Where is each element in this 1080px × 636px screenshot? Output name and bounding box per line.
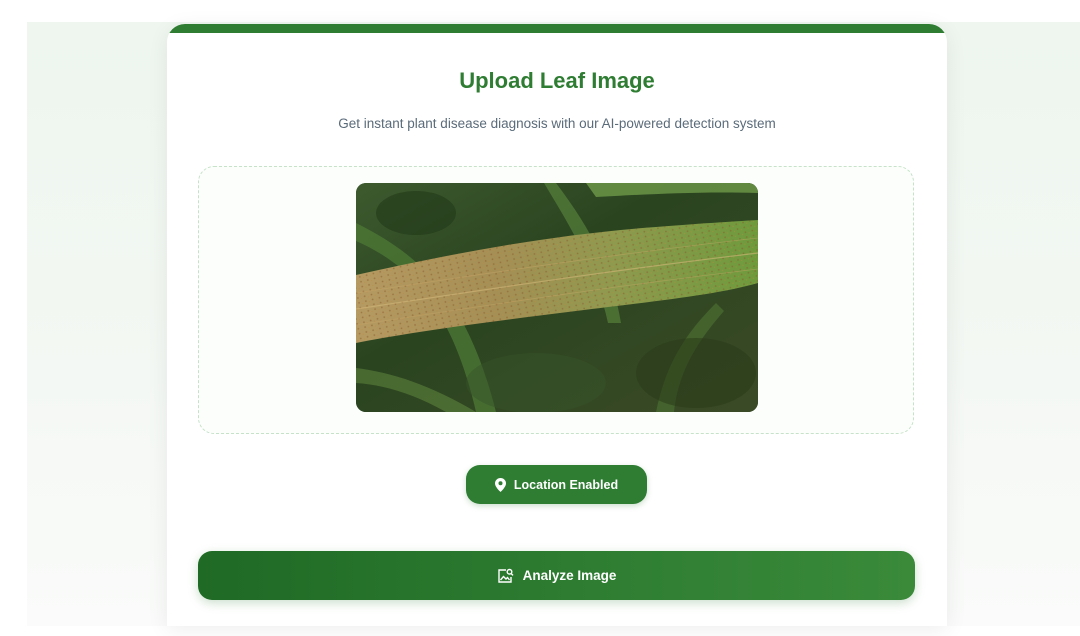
leaf-image-preview: [356, 183, 758, 412]
upload-card: Upload Leaf Image Get instant plant dise…: [167, 24, 947, 626]
location-enabled-button[interactable]: Location Enabled: [466, 465, 647, 504]
analyze-image-button[interactable]: Analyze Image: [198, 551, 915, 600]
card-subtitle: Get instant plant disease diagnosis with…: [338, 116, 776, 131]
card-accent-bar: [167, 24, 947, 33]
image-dropzone[interactable]: [198, 166, 914, 434]
card-title: Upload Leaf Image: [459, 68, 655, 93]
map-pin-icon: [494, 477, 506, 492]
location-button-label: Location Enabled: [513, 477, 619, 492]
analyze-button-label: Analyze Image: [522, 568, 617, 583]
image-search-icon: [497, 568, 514, 584]
